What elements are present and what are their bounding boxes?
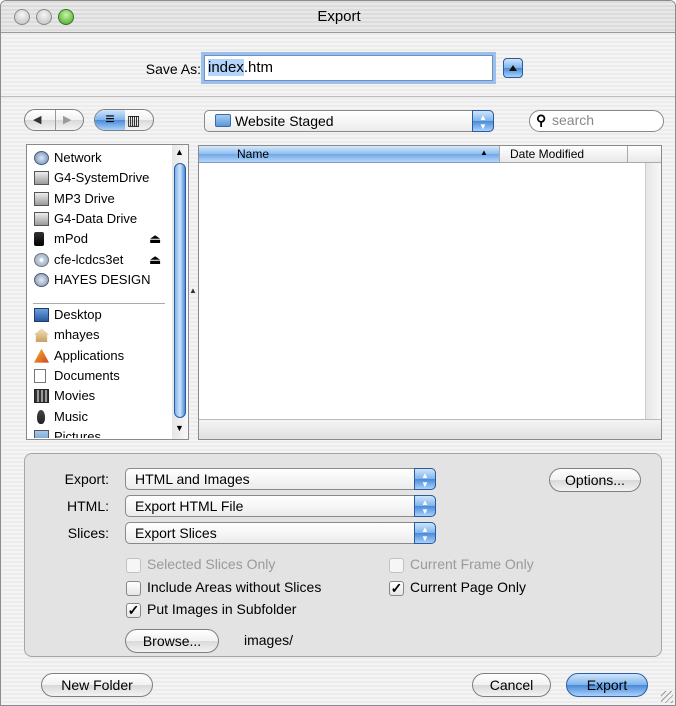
selected-slices-only-label: Selected Slices Only [147, 556, 276, 572]
current-page-only-label: Current Page Only [410, 579, 526, 595]
column-header-name-label: Name [237, 147, 270, 161]
popup-arrows-icon: ▲ ▼ [472, 110, 494, 132]
sidebar-items: Network G4-SystemDrive MP3 Drive G4-Data Dr… [1, 1, 171, 438]
sidebar-item-label: Network [54, 150, 102, 165]
checkmark-icon: ✓ [127, 602, 140, 618]
sidebar-scrollbar[interactable]: ▲ ▼ [172, 145, 188, 439]
include-areas-checkbox[interactable] [126, 581, 141, 596]
save-as-input[interactable]: index.htm [204, 55, 493, 81]
documents-icon [34, 368, 46, 383]
resize-grip-icon[interactable] [661, 691, 673, 703]
sidebar-item-label: Music [54, 408, 88, 424]
sidebar-item-label: G4-SystemDrive [54, 170, 150, 186]
network-icon [34, 151, 49, 165]
movies-icon [34, 389, 49, 404]
pictures-icon [34, 429, 49, 438]
sidebar-item-label: Movies [54, 388, 96, 404]
export-type-value: HTML and Images [135, 471, 250, 487]
slices-value: Export Slices [135, 525, 217, 541]
html-label: HTML: [67, 498, 109, 514]
export-type-label: Export: [64, 471, 109, 487]
popup-arrows-icon: ▲ ▼ [414, 468, 436, 490]
sidebar-item-label: cfe-lcdcs3et [54, 251, 124, 267]
desktop-icon [34, 308, 49, 322]
export-type-popup[interactable]: HTML and Images ▲ ▼ [125, 468, 436, 490]
location-popup[interactable]: Website Staged ▲ ▼ [204, 110, 494, 132]
sort-ascending-icon: ▲ [480, 148, 488, 157]
eject-icon[interactable]: ⏏ [149, 229, 161, 249]
current-page-only-checkbox[interactable]: ✓ [389, 581, 404, 596]
column-header-blank [627, 146, 661, 163]
home-icon [34, 328, 49, 343]
slices-label: Slices: [67, 525, 109, 541]
sidebar-item-label: MP3 Drive [54, 190, 115, 206]
checkmark-icon: ✓ [390, 580, 403, 596]
file-list: Name ▲ Date Modified [198, 145, 662, 440]
file-list-horizontal-scrollbar[interactable] [199, 419, 661, 439]
export-dialog: Export Save As: index.htm ◀ ▶ ≡ ▥ Websit… [0, 0, 676, 706]
sidebar-item-label: Desktop [54, 307, 102, 322]
sidebar-scroll-thumb[interactable] [174, 163, 186, 418]
search-icon: ⚲ [536, 112, 547, 128]
splitter-handle-icon[interactable]: ▲ [189, 286, 197, 295]
html-popup[interactable]: Export HTML File ▲ ▼ [125, 495, 436, 517]
options-button[interactable]: Options... [549, 468, 641, 492]
put-images-checkbox[interactable]: ✓ [126, 603, 141, 618]
scroll-down-icon[interactable]: ▼ [175, 423, 184, 433]
scroll-up-icon[interactable]: ▲ [175, 147, 184, 157]
file-list-vertical-scrollbar[interactable] [645, 163, 661, 419]
search-placeholder: search [552, 112, 595, 128]
ipod-icon [34, 232, 44, 247]
sidebar-item-label: Documents [54, 367, 120, 383]
music-icon [37, 409, 45, 424]
hard-drive-icon [34, 191, 49, 206]
network-drive-icon [34, 272, 49, 287]
selected-slices-only-checkbox[interactable] [126, 558, 141, 573]
current-frame-only-label: Current Frame Only [410, 556, 534, 572]
hard-drive-icon [34, 211, 49, 226]
sidebar-item-label: Applications [54, 347, 125, 363]
sidebar-item-label: G4-Data Drive [54, 210, 138, 226]
popup-arrows-icon: ▲ ▼ [414, 495, 436, 517]
sidebar-item-label: mPod [54, 231, 88, 247]
location-label: Website Staged [235, 113, 334, 129]
sidebar-item-label: mhayes [54, 327, 100, 343]
images-folder-path: images/ [244, 632, 294, 648]
applications-icon [34, 348, 49, 363]
include-areas-label: Include Areas without Slices [147, 579, 322, 595]
folder-icon [215, 114, 231, 127]
popup-arrows-icon: ▲ ▼ [414, 522, 436, 544]
current-frame-only-checkbox[interactable] [389, 558, 404, 573]
new-folder-button[interactable]: New Folder [41, 673, 153, 697]
put-images-label: Put Images in Subfolder [147, 601, 297, 617]
collapse-expand-button[interactable] [503, 58, 523, 78]
sidebar-item-label: Pictures [54, 428, 101, 438]
column-header-date[interactable]: Date Modified [499, 146, 627, 163]
column-header-date-label: Date Modified [510, 147, 585, 161]
eject-icon[interactable]: ⏏ [149, 250, 161, 270]
slices-popup[interactable]: Export Slices ▲ ▼ [125, 522, 436, 544]
search-field[interactable]: ⚲ search [529, 110, 664, 132]
column-header-name[interactable]: Name ▲ [199, 146, 499, 163]
sidebar-item-label: HAYES DESIGN [54, 271, 151, 287]
save-as-value: index.htm [208, 59, 274, 76]
hard-drive-icon [34, 171, 49, 186]
export-button[interactable]: Export [566, 673, 648, 697]
chevron-up-icon [509, 65, 517, 71]
html-value: Export HTML File [135, 498, 244, 514]
browse-button[interactable]: Browse... [125, 629, 219, 653]
cancel-button[interactable]: Cancel [472, 673, 551, 697]
cd-icon [34, 252, 49, 267]
